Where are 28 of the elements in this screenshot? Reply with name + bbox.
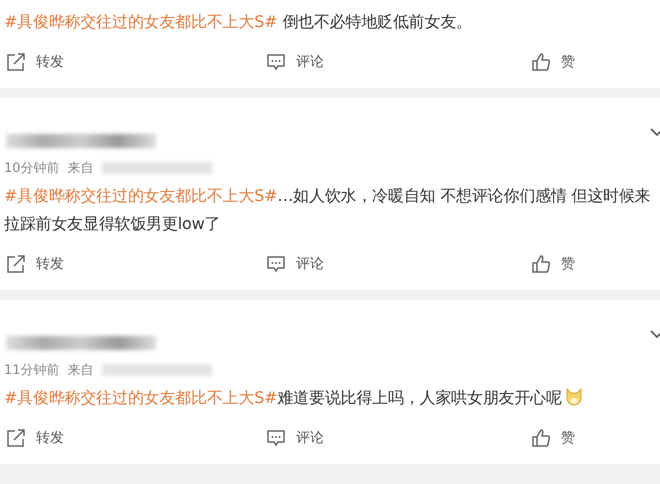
- thumbs-up-icon: [531, 52, 551, 72]
- comment-icon: [266, 254, 286, 274]
- chevron-down-icon[interactable]: [650, 330, 660, 338]
- like-button[interactable]: 赞: [529, 254, 575, 274]
- comment-icon: [266, 52, 286, 72]
- share-icon: [6, 428, 26, 448]
- comment-button[interactable]: 评论: [264, 52, 324, 72]
- comment-icon: [266, 428, 286, 448]
- like-button[interactable]: 赞: [529, 428, 575, 448]
- comment-button[interactable]: 评论: [264, 254, 324, 274]
- share-icon: [6, 254, 26, 274]
- comment-button[interactable]: 评论: [264, 428, 324, 448]
- post-text: #具俊晔称交往过的女友都比不上大S#难道要说比得上吗，人家哄女朋友开心呢: [4, 384, 658, 412]
- dog-emoji-icon: [564, 387, 584, 407]
- source-label: 来自: [68, 362, 94, 379]
- like-button[interactable]: 赞: [529, 52, 575, 72]
- post-time: 11分钟前: [4, 362, 60, 379]
- post-text: #具俊晔称交往过的女友都比不上大S#…如人饮水，冷暖自知 不想评论你们感情 但这时候来拉踩前女友显得软饭男更low了: [4, 185, 652, 235]
- post-text: #具俊晔称交往过的女友都比不上大S# 倒也不必特地贬低前女友。: [4, 11, 473, 33]
- thumbs-up-icon: [531, 428, 551, 448]
- share-button[interactable]: 转发: [4, 52, 64, 72]
- chevron-down-icon[interactable]: [650, 128, 660, 136]
- post-time: 10分钟前: [4, 160, 60, 177]
- source-label: 来自: [68, 160, 94, 177]
- thumbs-up-icon: [531, 254, 551, 274]
- share-button[interactable]: 转发: [4, 428, 64, 448]
- share-icon: [6, 52, 26, 72]
- share-button[interactable]: 转发: [4, 254, 64, 274]
